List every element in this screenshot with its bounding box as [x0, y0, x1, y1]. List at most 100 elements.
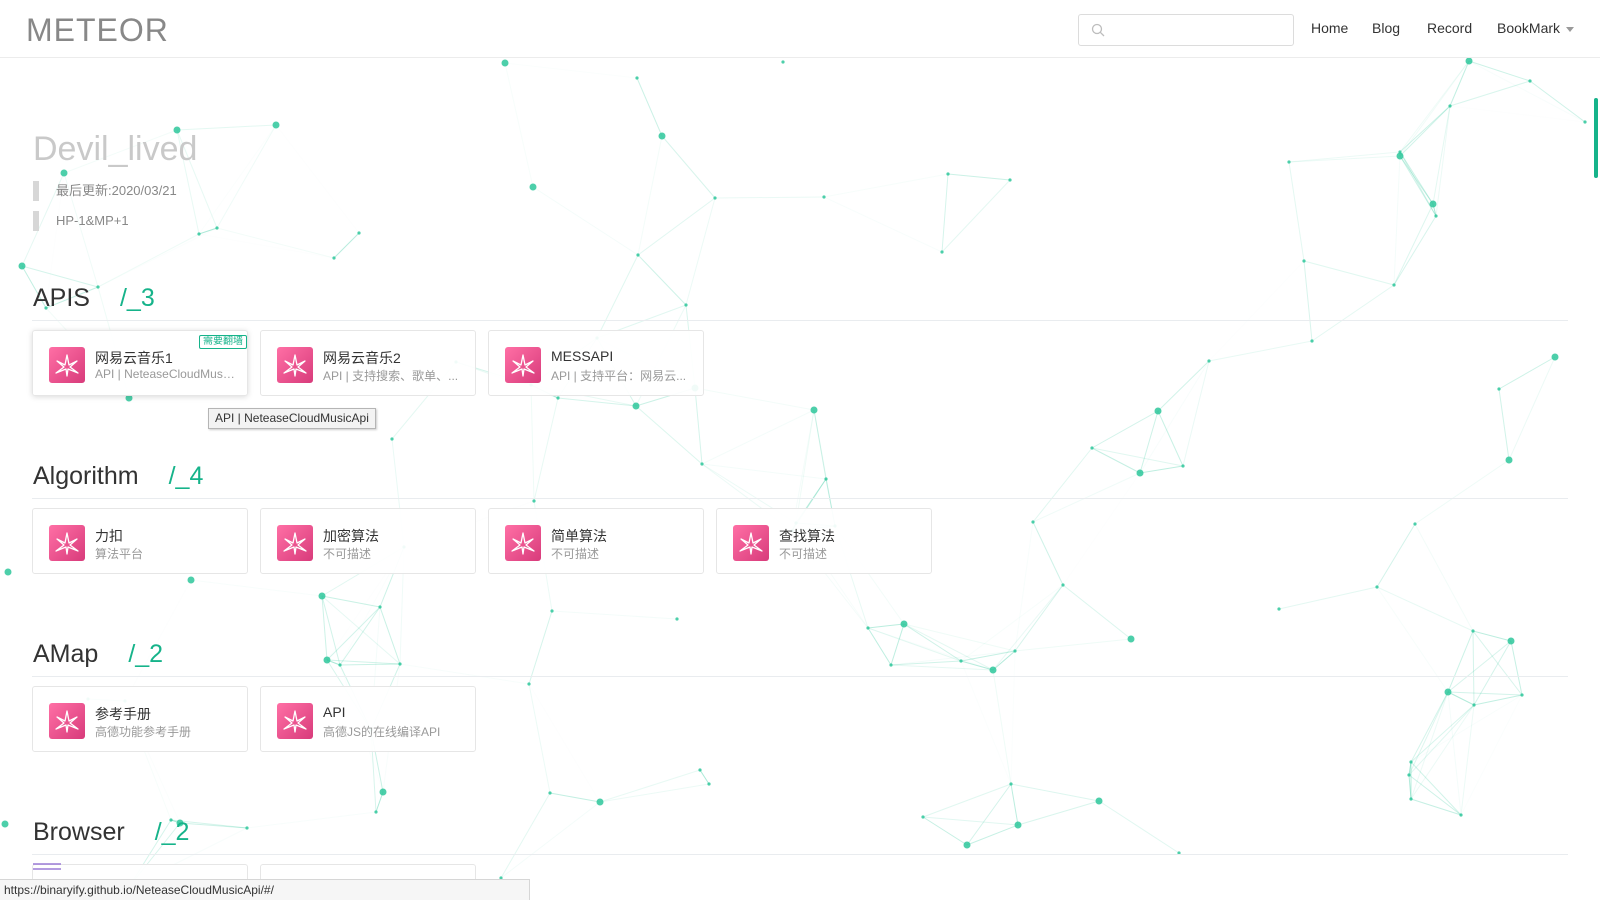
network-node [675, 617, 679, 621]
network-link [966, 783, 1012, 846]
network-link [1304, 216, 1436, 261]
network-link [1098, 800, 1180, 854]
card-netease-music-1[interactable]: 需要翻墙 网易云音乐1 API | NeteaseCloudMusicApi [32, 330, 248, 396]
section-title-apis: APIS /_3 [33, 284, 155, 313]
search-box[interactable] [1078, 14, 1294, 46]
network-link [1394, 156, 1400, 285]
network-link [505, 63, 637, 78]
card-amap-api[interactable]: API 高德JS的在线编译API [260, 686, 476, 752]
network-link [1311, 284, 1395, 342]
network-node [684, 303, 688, 307]
meteor-app-icon [505, 525, 541, 561]
network-link [1510, 640, 1523, 696]
network-link [1017, 800, 1100, 826]
network-link [1393, 215, 1437, 286]
network-node [548, 791, 552, 795]
network-link [1278, 586, 1378, 610]
network-node [4, 568, 12, 576]
card-search-algorithm[interactable]: 查找算法 不可描述 [716, 508, 932, 574]
network-link [1182, 360, 1210, 467]
nav-bookmark[interactable]: BookMark [1497, 20, 1575, 36]
network-link [1015, 522, 1033, 651]
network-link [1303, 260, 1395, 286]
network-link [1473, 694, 1523, 706]
network-link [528, 610, 553, 685]
network-node [374, 810, 378, 814]
nav-home[interactable]: Home [1311, 20, 1348, 36]
network-link [685, 197, 716, 306]
network-link [922, 783, 1012, 818]
section-title-browser: Browser /_2 [33, 818, 189, 847]
card-netease-music-2[interactable]: 网易云音乐2 API | 支持搜索、歌单、... [260, 330, 476, 396]
network-link [1461, 695, 1522, 815]
network-link [532, 186, 639, 256]
network-link [1450, 106, 1585, 122]
network-link [890, 664, 994, 671]
network-link [922, 816, 1019, 826]
network-link [321, 595, 401, 665]
network-node [1310, 339, 1314, 343]
network-link [1447, 691, 1475, 706]
network-link [500, 801, 601, 879]
network-node [781, 60, 785, 64]
network-link [1091, 447, 1141, 474]
card-title: 参考手册 [95, 706, 151, 722]
card-messapi[interactable]: MESSAPI API | 支持平台：网易云... [488, 330, 704, 396]
network-link [1472, 630, 1523, 696]
network-node [1434, 214, 1438, 218]
network-link [868, 628, 993, 670]
card-description: API | 支持搜索、歌单、... [323, 369, 459, 383]
network-link [637, 135, 663, 256]
card-amap-reference[interactable]: 参考手册 高德功能参考手册 [32, 686, 248, 752]
network-link [1447, 691, 1523, 696]
network-node [1396, 152, 1404, 160]
network-link [1410, 704, 1475, 763]
card-description: 不可描述 [551, 547, 600, 561]
site-logo[interactable]: METEOR [26, 12, 169, 49]
network-link [1409, 695, 1522, 775]
network-link [216, 227, 335, 259]
nav-record[interactable]: Record [1427, 20, 1472, 36]
network-link [1399, 155, 1434, 205]
section-title-algorithm: Algorithm /_4 [33, 462, 203, 491]
network-node [1409, 797, 1413, 801]
network-node [323, 656, 331, 664]
menu-icon[interactable] [33, 862, 63, 876]
meteor-app-icon [49, 703, 85, 739]
network-node [527, 682, 531, 686]
network-link [1410, 761, 1462, 816]
network-link [1410, 691, 1449, 800]
network-link [191, 580, 322, 596]
network-link [599, 769, 701, 803]
particle-network-background [1, 57, 1587, 891]
section-name: Algorithm [33, 462, 139, 490]
network-link [922, 816, 968, 846]
network-link [1394, 152, 1400, 285]
nav-blog[interactable]: Blog [1372, 20, 1400, 36]
network-link [824, 197, 942, 252]
network-link [694, 387, 703, 465]
network-node [1413, 522, 1417, 526]
network-node [532, 499, 536, 503]
card-title: 网易云音乐2 [323, 350, 401, 366]
network-link [1399, 155, 1437, 217]
network-link [500, 792, 551, 879]
network-link [599, 783, 710, 803]
card-leetcode[interactable]: 力扣 算法平台 [32, 508, 248, 574]
profile-updated: 最后更新:2020/03/21 [33, 181, 177, 201]
scrollbar-thumb[interactable] [1594, 98, 1598, 178]
search-input[interactable] [1111, 19, 1287, 43]
network-node [713, 196, 717, 200]
chevron-down-icon [1566, 26, 1575, 32]
network-link [1014, 638, 1132, 652]
network-node [810, 406, 818, 414]
network-link [992, 650, 1016, 671]
network-node [1154, 407, 1162, 415]
profile-name: Devil_lived [33, 130, 198, 168]
card-encryption-algorithm[interactable]: 加密算法 不可描述 [260, 508, 476, 574]
network-link [694, 387, 815, 411]
card-simple-algorithm[interactable]: 简单算法 不可描述 [488, 508, 704, 574]
network-link [1435, 105, 1451, 217]
card-title: MESSAPI [551, 348, 614, 364]
network-link [947, 173, 1011, 181]
